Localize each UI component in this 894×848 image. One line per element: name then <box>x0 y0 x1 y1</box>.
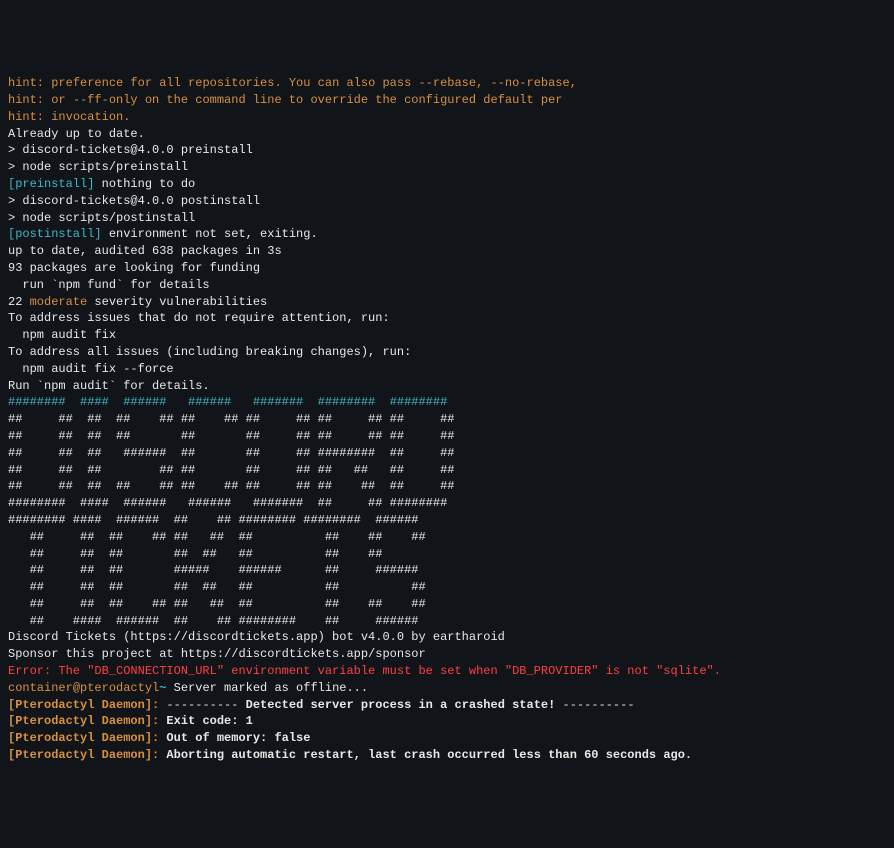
output-line: Sponsor this project at https://discordt… <box>8 646 886 663</box>
prompt-user: container <box>8 681 73 695</box>
prompt-host: pterodactyl <box>80 681 159 695</box>
output-line: > discord-tickets@4.0.0 postinstall <box>8 193 886 210</box>
prompt-at: @ <box>73 681 80 695</box>
ascii-art-line: ## #### ###### ## ## ######## ## ###### <box>8 613 886 630</box>
daemon-oom: Out of memory: false <box>159 731 310 745</box>
hint-line: hint: or --ff-only on the command line t… <box>8 92 886 109</box>
hint-text: or --ff-only on the command line to over… <box>44 93 562 107</box>
output-line: Already up to date. <box>8 126 886 143</box>
ascii-art-line: ## ## ## ###### ## ## ## ######## ## ## <box>8 445 886 462</box>
hint-prefix: hint: <box>8 110 44 124</box>
hint-line: hint: preference for all repositories. Y… <box>8 75 886 92</box>
daemon-prefix: [Pterodactyl Daemon]: <box>8 748 159 762</box>
daemon-abort: Aborting automatic restart, last crash o… <box>159 748 692 762</box>
output-line: > node scripts/preinstall <box>8 159 886 176</box>
output-line: To address all issues (including breakin… <box>8 344 886 361</box>
daemon-prefix: [Pterodactyl Daemon]: <box>8 698 159 712</box>
output-line: [postinstall] environment not set, exiti… <box>8 226 886 243</box>
ascii-art-line: ## ## ## ## ## ## ## ## ## ## <box>8 596 886 613</box>
daemon-dashes: ---------- <box>159 698 245 712</box>
output-line: Run `npm audit` for details. <box>8 378 886 395</box>
output-line: > node scripts/postinstall <box>8 210 886 227</box>
ascii-art-line: ######## #### ###### ## ## ######## ####… <box>8 512 886 529</box>
output-line: npm audit fix --force <box>8 361 886 378</box>
ascii-art-line: ## ## ## ## ## ## ## ## ## ## ## ## ## <box>8 478 886 495</box>
prompt-line[interactable]: container@pterodactyl~ Server marked as … <box>8 680 886 697</box>
ascii-art-line: ## ## ## ##### ###### ## ###### <box>8 562 886 579</box>
ascii-art-line: ## ## ## ## ## ## ## ## <box>8 546 886 563</box>
output-line: > discord-tickets@4.0.0 preinstall <box>8 142 886 159</box>
hint-text: preference for all repositories. You can… <box>44 76 577 90</box>
ascii-art-line: ######## #### ###### ###### ####### ####… <box>8 394 886 411</box>
ascii-art-line: ## ## ## ## ## ## ## ## ## ## <box>8 529 886 546</box>
ascii-art-line: ## ## ## ## ## ## ## ## <box>8 579 886 596</box>
vuln-severity: moderate <box>30 295 88 309</box>
output-line: [preinstall] nothing to do <box>8 176 886 193</box>
daemon-line: [Pterodactyl Daemon]: Out of memory: fal… <box>8 730 886 747</box>
hint-text: invocation. <box>44 110 130 124</box>
ascii-art-line: ######## #### ###### ###### ####### ## #… <box>8 495 886 512</box>
hint-line: hint: invocation. <box>8 109 886 126</box>
daemon-crashed: Detected server process in a crashed sta… <box>246 698 556 712</box>
daemon-exit-code: Exit code: 1 <box>159 714 253 728</box>
output-line: run `npm fund` for details <box>8 277 886 294</box>
daemon-prefix: [Pterodactyl Daemon]: <box>8 714 159 728</box>
daemon-line: [Pterodactyl Daemon]: Exit code: 1 <box>8 713 886 730</box>
server-offline-msg: Server marked as offline... <box>166 681 368 695</box>
output-line: npm audit fix <box>8 327 886 344</box>
ascii-art-line: ## ## ## ## ## ## ## ## ## ## ## <box>8 428 886 445</box>
vuln-rest: severity vulnerabilities <box>87 295 267 309</box>
hint-prefix: hint: <box>8 76 44 90</box>
error-line: Error: The "DB_CONNECTION_URL" environme… <box>8 663 886 680</box>
output-line: 22 moderate severity vulnerabilities <box>8 294 886 311</box>
output-line: 93 packages are looking for funding <box>8 260 886 277</box>
output-line: up to date, audited 638 packages in 3s <box>8 243 886 260</box>
postinstall-tag: [postinstall] <box>8 227 102 241</box>
preinstall-msg: nothing to do <box>94 177 195 191</box>
daemon-line: [Pterodactyl Daemon]: ---------- Detecte… <box>8 697 886 714</box>
output-line: To address issues that do not require at… <box>8 310 886 327</box>
preinstall-tag: [preinstall] <box>8 177 94 191</box>
output-line: Discord Tickets (https://discordtickets.… <box>8 629 886 646</box>
daemon-prefix: [Pterodactyl Daemon]: <box>8 731 159 745</box>
ascii-art-line: ## ## ## ## ## ## ## ## ## ## ## <box>8 462 886 479</box>
hint-prefix: hint: <box>8 93 44 107</box>
vuln-count: 22 <box>8 295 30 309</box>
ascii-art-line: ## ## ## ## ## ## ## ## ## ## ## ## ## <box>8 411 886 428</box>
prompt-tilde: ~ <box>159 681 166 695</box>
postinstall-msg: environment not set, exiting. <box>102 227 318 241</box>
daemon-dashes: ---------- <box>555 698 634 712</box>
daemon-line: [Pterodactyl Daemon]: Aborting automatic… <box>8 747 886 764</box>
